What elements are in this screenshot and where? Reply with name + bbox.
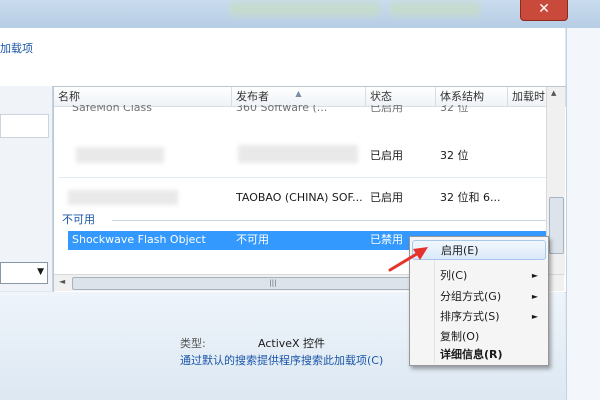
menu-item-group-by[interactable]: 分组方式(G) ► (412, 287, 546, 307)
menu-item-more-info-label: 详细信息(R) (440, 348, 503, 361)
column-header-publisher[interactable]: ▲ 发布者 (232, 87, 366, 107)
blurred-toolbar-area (230, 2, 380, 16)
details-type-value: ActiveX 控件 (258, 337, 326, 350)
submenu-arrow-icon: ► (531, 271, 538, 280)
header-link-addons[interactable]: 加载项 (0, 40, 33, 56)
list-item[interactable]: TAOBAO (CHINA) SOF... 已启用 32 位和 6... (54, 187, 548, 209)
scroll-up-icon[interactable]: ▲ (551, 89, 556, 97)
menu-item-columns-label: 列(C) (440, 269, 468, 282)
close-button[interactable]: ✕ (520, 0, 568, 21)
menu-item-more-info[interactable]: 详细信息(R) (412, 345, 546, 365)
menu-item-enable-label: 启用(E) (441, 244, 479, 257)
details-type-label: 类型: (180, 337, 206, 350)
submenu-arrow-icon: ► (531, 312, 538, 321)
list-item-arch: 32 位 (440, 149, 469, 162)
chevron-down-icon: ▼ (37, 267, 44, 277)
close-icon: ✕ (538, 1, 550, 17)
menu-item-group-by-label: 分组方式(G) (440, 290, 502, 303)
header-panel (0, 28, 565, 87)
list-item-name: Shockwave Flash Object (72, 233, 206, 246)
group-header-line (112, 220, 548, 221)
row-separator (58, 177, 548, 178)
list-item-status: 已启用 (370, 105, 403, 114)
search-addon-link[interactable]: 通过默认的搜索提供程序搜索此加载项(C) (180, 352, 383, 368)
redacted-name (76, 147, 164, 163)
list-item[interactable]: 已启用 32 位 (54, 145, 548, 167)
redacted-publisher (238, 145, 358, 163)
list-item-status: 已启用 (370, 149, 403, 162)
menu-item-columns[interactable]: 列(C) ► (412, 266, 546, 286)
redacted-name (68, 190, 178, 205)
vertical-scroll-thumb[interactable] (549, 197, 564, 254)
left-pane-item[interactable] (0, 114, 49, 138)
menu-item-copy-label: 复制(O) (440, 330, 480, 343)
list-item-arch: 32 位 (440, 105, 469, 114)
list-item-arch: 32 位和 6... (440, 191, 501, 204)
list-item-publisher: TAOBAO (CHINA) SOF... (236, 191, 363, 204)
right-edge-panel (566, 28, 600, 400)
list-item-publisher: 不可用 (236, 233, 269, 246)
list-item-publisher: 360 Software (... (236, 105, 328, 114)
annotation-arrow-icon (388, 247, 428, 272)
menu-item-sort-by[interactable]: 排序方式(S) ► (412, 307, 546, 327)
menu-item-sort-by-label: 排序方式(S) (440, 310, 500, 323)
blurred-toolbar-area-2 (390, 2, 480, 16)
column-header-architecture[interactable]: 体系结构 (436, 87, 508, 107)
sort-ascending-icon: ▲ (295, 89, 302, 98)
list-item[interactable]: SafeMon Class 360 Software (... 已启用 32 位 (54, 105, 548, 119)
column-header-status[interactable]: 状态 (366, 87, 436, 107)
scroll-left-icon[interactable]: ◄ (59, 277, 65, 286)
submenu-arrow-icon: ► (531, 292, 538, 301)
menu-item-enable[interactable]: 启用(E) (412, 240, 546, 260)
show-addons-dropdown[interactable]: ▼ (0, 262, 48, 284)
menu-item-copy[interactable]: 复制(O) (412, 327, 546, 347)
list-item-name: SafeMon Class (72, 105, 152, 114)
list-item-status: 已启用 (370, 191, 403, 204)
column-header-name[interactable]: 名称 (54, 87, 232, 107)
